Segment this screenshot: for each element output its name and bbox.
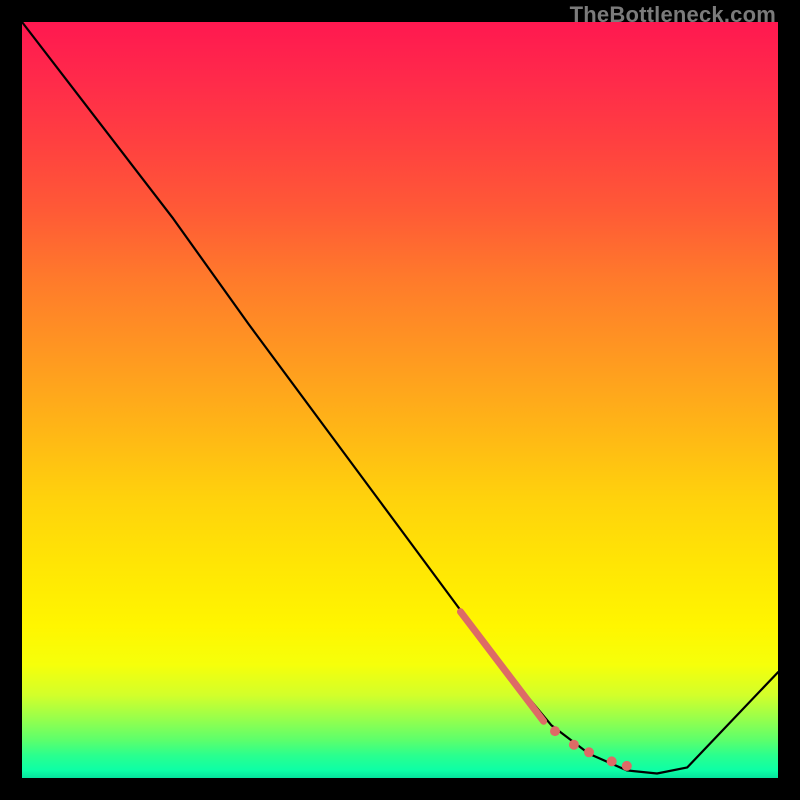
highlight-dot [607, 756, 617, 766]
highlight-dot [584, 747, 594, 757]
highlight-dot [569, 740, 579, 750]
highlight-segment [461, 612, 544, 722]
chart-root: TheBottleneck.com [0, 0, 800, 800]
highlight-dot [550, 726, 560, 736]
chart-overlay [22, 22, 778, 778]
highlight-dot [622, 761, 632, 771]
bottleneck-curve-line [22, 22, 778, 774]
